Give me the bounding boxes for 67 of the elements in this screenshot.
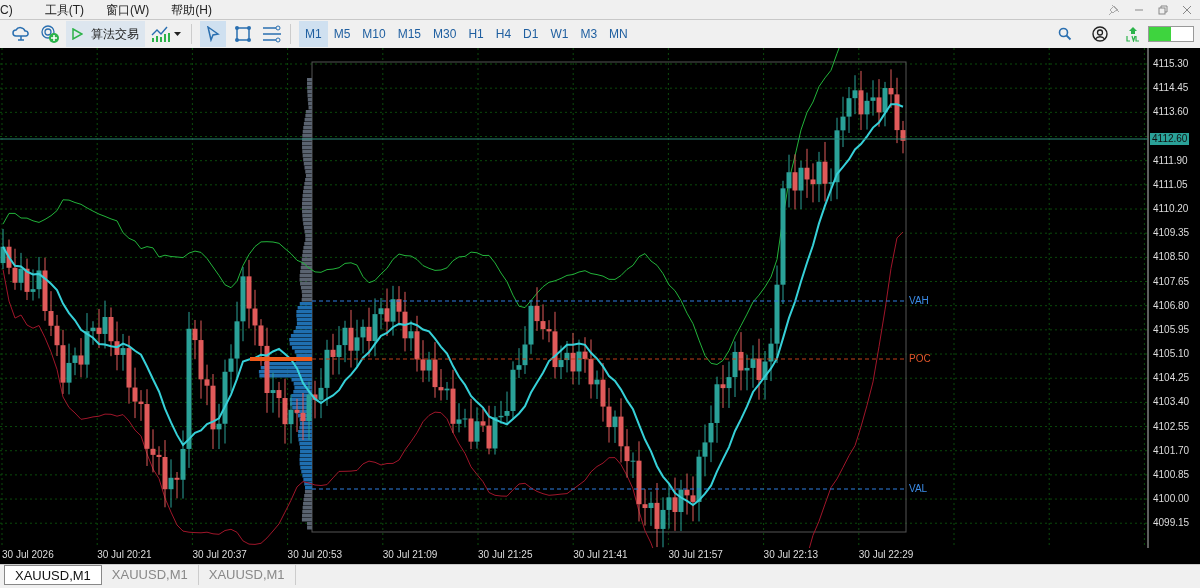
price-label: 4104.25 bbox=[1153, 372, 1190, 385]
current-price-badge: 4112.60 bbox=[1150, 133, 1190, 145]
timeframe-tab[interactable]: M15 bbox=[391, 21, 428, 47]
poc-bar bbox=[250, 357, 312, 361]
chart-tab[interactable]: XAUUSD,M1 bbox=[198, 565, 296, 585]
menu-item[interactable]: 帮助(H) bbox=[171, 0, 212, 19]
play-icon bbox=[72, 28, 83, 40]
time-label: 30 Jul 21:41 bbox=[573, 549, 628, 561]
time-label: 30 Jul 21:25 bbox=[478, 549, 533, 561]
timeframe-tab[interactable]: D1 bbox=[517, 21, 545, 47]
price-label: 4109.35 bbox=[1153, 227, 1190, 240]
price-label: 4103.40 bbox=[1153, 396, 1190, 409]
time-label: 30 Jul 22:29 bbox=[858, 549, 914, 561]
price-label: 4100.00 bbox=[1153, 493, 1190, 506]
time-label: 30 Jul 21:09 bbox=[382, 549, 438, 561]
timeframe-tab[interactable]: H4 bbox=[489, 21, 518, 47]
cursor-icon bbox=[206, 26, 220, 42]
search-icon[interactable] bbox=[1058, 27, 1072, 41]
price-label: 4111.90 bbox=[1153, 154, 1188, 167]
chart-type-icon[interactable] bbox=[151, 25, 183, 43]
price-label: 4100.85 bbox=[1153, 468, 1190, 481]
timeframe-tab[interactable]: M10 bbox=[356, 21, 392, 47]
cloud-icon[interactable] bbox=[12, 26, 30, 42]
price-label: 4115.30 bbox=[1153, 58, 1189, 70]
time-label: 30 Jul 21:57 bbox=[668, 549, 723, 561]
menu-item[interactable]: 工具(T) bbox=[44, 0, 84, 19]
timeframe-tab[interactable]: M5 bbox=[327, 21, 357, 47]
algo-trading-button[interactable]: 算法交易 bbox=[66, 21, 145, 47]
price-label: 4110.20 bbox=[1153, 203, 1189, 215]
level-up-icon[interactable] bbox=[1126, 26, 1140, 42]
cursor-tool-button[interactable] bbox=[200, 21, 226, 47]
lines-tool-icon[interactable] bbox=[262, 25, 282, 43]
timeframe-tab[interactable]: H1 bbox=[462, 21, 490, 47]
menu-item[interactable]: 窗口(W) bbox=[106, 0, 150, 19]
price-label: 4113.60 bbox=[1153, 106, 1189, 119]
price-label: 4106.80 bbox=[1153, 299, 1190, 312]
level-label: VAH bbox=[909, 295, 929, 307]
level-label: POC bbox=[909, 353, 931, 365]
menu-item[interactable]: C) bbox=[0, 0, 13, 19]
price-label: 4101.70 bbox=[1153, 444, 1190, 457]
rectangle-tool-icon[interactable] bbox=[234, 25, 252, 43]
timeframe-tab[interactable]: M1 bbox=[299, 21, 328, 47]
pin-icon[interactable] bbox=[1108, 3, 1120, 16]
chart-tab[interactable]: XAUUSD,M1 bbox=[4, 565, 102, 585]
price-label: 4105.95 bbox=[1153, 323, 1190, 336]
level-label: VAL bbox=[909, 483, 928, 495]
price-label: 4108.50 bbox=[1153, 251, 1190, 264]
time-label: 30 Jul 20:21 bbox=[97, 549, 152, 561]
price-label: 4099.15 bbox=[1153, 517, 1190, 530]
price-label: 4114.45 bbox=[1153, 82, 1189, 95]
time-label: 30 Jul 22:13 bbox=[763, 549, 819, 561]
price-label: 4111.05 bbox=[1153, 178, 1188, 191]
timeframe-tab[interactable]: MN bbox=[603, 21, 634, 47]
price-label: 4107.65 bbox=[1153, 275, 1190, 288]
time-label: 30 Jul 2026 bbox=[2, 549, 54, 561]
chart-tab[interactable]: XAUUSD,M1 bbox=[101, 565, 199, 585]
account-icon[interactable] bbox=[1092, 26, 1108, 42]
timeframe-tab[interactable]: M30 bbox=[427, 21, 463, 47]
signal-add-icon[interactable] bbox=[40, 24, 60, 44]
time-label: 30 Jul 20:53 bbox=[287, 549, 343, 561]
timeframe-tab[interactable]: W1 bbox=[544, 21, 575, 47]
price-label: 4102.55 bbox=[1153, 420, 1190, 433]
close-icon[interactable] bbox=[1182, 4, 1192, 15]
restore-icon[interactable] bbox=[1158, 4, 1168, 15]
time-label: 30 Jul 20:37 bbox=[192, 549, 247, 561]
timeframe-tab[interactable]: M3 bbox=[574, 21, 604, 47]
price-label: 4105.10 bbox=[1153, 348, 1190, 361]
